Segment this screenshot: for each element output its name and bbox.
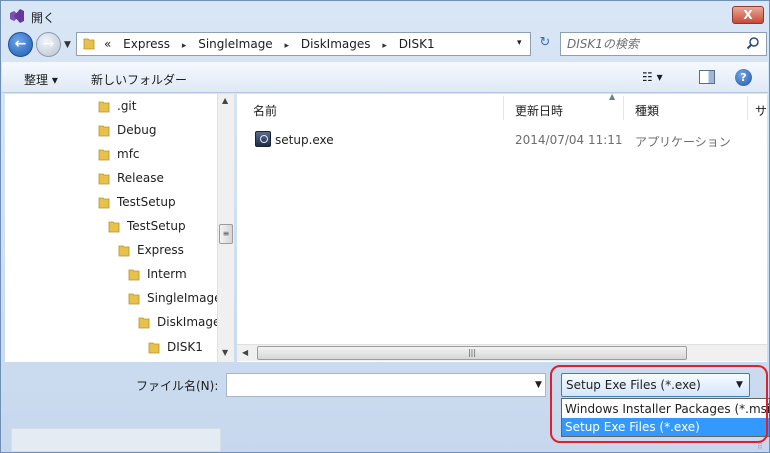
window-title: 開く: [31, 11, 56, 25]
column-divider[interactable]: [623, 96, 624, 120]
search-input[interactable]: [567, 36, 737, 52]
search-box[interactable]: [560, 32, 767, 56]
file-modified: 2014/07/04 11:11: [515, 133, 623, 147]
folder-icon: [148, 342, 160, 354]
file-list-scrollbar[interactable]: ◀ |||: [237, 344, 767, 361]
column-header-modified[interactable]: 更新日時: [505, 94, 625, 122]
resize-grip-icon[interactable]: ⠿: [757, 442, 763, 451]
breadcrumb-express[interactable]: Express: [123, 37, 170, 51]
navigation-pane: .git Debug mfc Release TestSetup TestSet…: [5, 94, 234, 452]
file-name: setup.exe: [275, 133, 334, 147]
visual-studio-icon: [10, 9, 24, 23]
history-dropdown-icon[interactable]: ▼: [64, 40, 71, 50]
chevron-down-icon[interactable]: ▼: [535, 380, 542, 390]
scroll-left-icon[interactable]: ◀: [242, 348, 248, 357]
open-file-dialog: 開く X ← → ▼ « Express ▸ SingleImage ▸ Dis…: [0, 0, 770, 453]
tree-item-label: .git: [117, 99, 137, 113]
folder-icon: [98, 197, 110, 209]
tree-item-label: SingleImage: [147, 291, 217, 305]
refresh-button[interactable]: ↻: [533, 32, 557, 56]
scrollbar-thumb[interactable]: |||: [257, 346, 687, 360]
column-header-label: 更新日時: [515, 104, 564, 118]
chevron-right-icon[interactable]: ▸: [285, 41, 290, 51]
folder-icon: [98, 173, 110, 185]
address-bar[interactable]: « Express ▸ SingleImage ▸ DiskImages ▸ D…: [76, 32, 531, 56]
breadcrumb-diskimages[interactable]: DiskImages: [301, 37, 371, 51]
address-dropdown-icon[interactable]: ▾: [517, 38, 522, 48]
tree-item-label: DiskImage: [157, 315, 217, 329]
folder-icon: [128, 269, 140, 281]
file-row[interactable]: setup.exe 2014/07/04 11:11 アプリケーション: [253, 130, 753, 150]
column-header-label: サ: [755, 104, 767, 118]
folder-icon: [83, 38, 95, 50]
organize-button[interactable]: 整理 ▾: [24, 71, 58, 88]
breadcrumb: « Express ▸ SingleImage ▸ DiskImages ▸ D…: [104, 37, 443, 51]
tree-item-diskimages[interactable]: DiskImage: [137, 312, 217, 334]
breadcrumb-singleimage[interactable]: SingleImage: [198, 37, 272, 51]
column-header-size[interactable]: サ: [745, 94, 767, 122]
filename-label: ファイル名(N):: [136, 379, 219, 393]
tree-item-label: DISK1: [167, 340, 203, 354]
tree-item-label: Debug: [117, 123, 157, 137]
folder-icon: [98, 101, 110, 113]
folder-icon: [108, 221, 120, 233]
folder-icon: [98, 149, 110, 161]
tree-item-label: Express: [137, 243, 184, 257]
folder-icon: [138, 317, 150, 329]
scrollbar-thumb[interactable]: ≡: [219, 224, 233, 244]
chevron-right-icon[interactable]: ▸: [382, 41, 387, 51]
tree-item-label: Interm: [147, 267, 187, 281]
column-divider[interactable]: [503, 96, 504, 120]
column-header-label: 名前: [253, 104, 278, 118]
file-list-pane: ▲ 名前 更新日時 種類 サ setup.exe 2014/07/04 11:1…: [237, 92, 767, 362]
file-type: アプリケーション: [635, 135, 731, 149]
tree-scrollbar[interactable]: ▲ ≡ ▼: [217, 94, 234, 362]
close-button[interactable]: X: [732, 6, 764, 24]
back-button[interactable]: ←: [8, 32, 33, 57]
tree-item-label: TestSetup: [127, 219, 186, 233]
tree-item-label: Release: [117, 171, 164, 185]
command-bar: 整理 ▾ 新しいフォルダー ☷ ▾ ?: [2, 62, 768, 93]
help-button[interactable]: ?: [735, 69, 752, 86]
scroll-up-icon[interactable]: ▲: [222, 96, 228, 105]
setup-exe-icon: [255, 131, 271, 147]
folder-icon: [118, 245, 130, 257]
column-header-name[interactable]: 名前: [243, 94, 503, 122]
tree-item-singleimage[interactable]: SingleImage: [127, 288, 217, 310]
filename-input[interactable]: ▼: [226, 373, 546, 397]
column-header-label: 種類: [635, 104, 660, 118]
tree-item-label: TestSetup: [117, 195, 176, 209]
annotation-highlight-ring: [550, 365, 768, 443]
folder-icon: [98, 125, 110, 137]
view-options-button[interactable]: ☷ ▾: [642, 70, 663, 84]
scroll-down-icon[interactable]: ▼: [222, 348, 228, 357]
tree-selection: [11, 428, 221, 452]
preview-pane-icon[interactable]: [699, 70, 715, 84]
chevron-right-icon[interactable]: ▸: [182, 41, 187, 51]
new-folder-button[interactable]: 新しいフォルダー: [91, 71, 187, 88]
search-icon[interactable]: [746, 36, 760, 50]
breadcrumb-overflow[interactable]: «: [104, 37, 111, 51]
tree-item-label: mfc: [117, 147, 140, 161]
breadcrumb-disk1[interactable]: DISK1: [399, 37, 435, 51]
title-bar: 開く X: [1, 1, 769, 31]
column-header-type[interactable]: 種類: [625, 94, 745, 122]
forward-button[interactable]: →: [36, 32, 61, 57]
folder-icon: [128, 293, 140, 305]
